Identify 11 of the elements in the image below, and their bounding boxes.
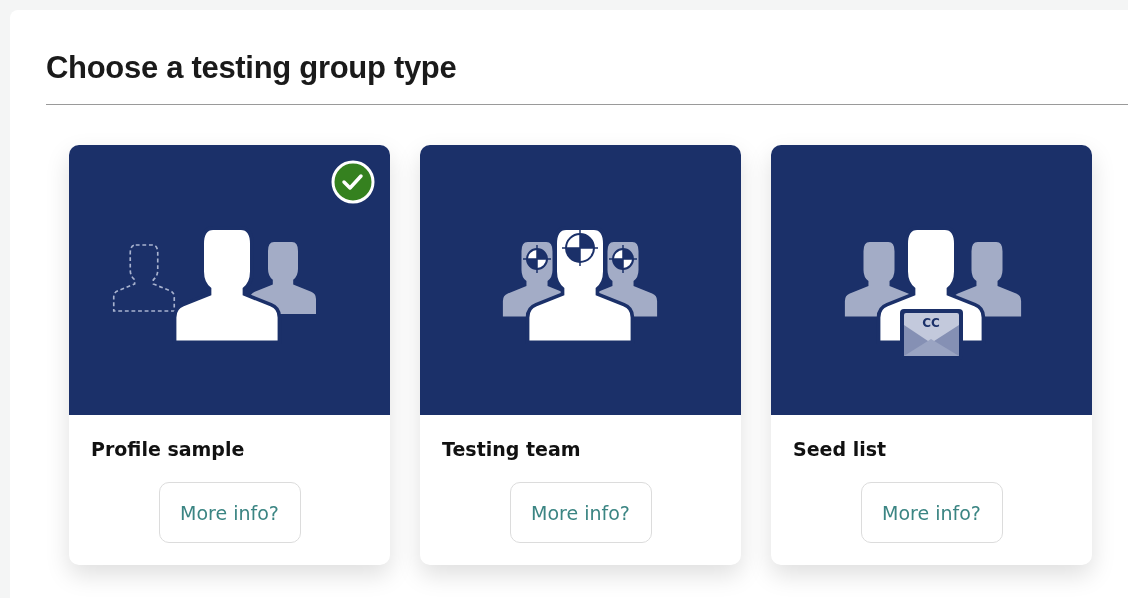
envelope-label: CC (922, 316, 940, 330)
card-title: Testing team (442, 438, 581, 460)
group-card[interactable]: CC Seed list More info? (771, 145, 1092, 565)
more-info-button[interactable]: More info? (158, 482, 301, 543)
more-info-button[interactable]: More info? (860, 482, 1003, 543)
more-info-button[interactable]: More info? (509, 482, 652, 543)
group-card[interactable]: Profile sample More info? (69, 145, 390, 565)
card-title: Seed list (793, 438, 887, 460)
card-title: Profile sample (91, 438, 245, 460)
group-card[interactable]: Testing team More info? (420, 145, 741, 565)
page-heading: Choose a testing group type (46, 49, 458, 87)
